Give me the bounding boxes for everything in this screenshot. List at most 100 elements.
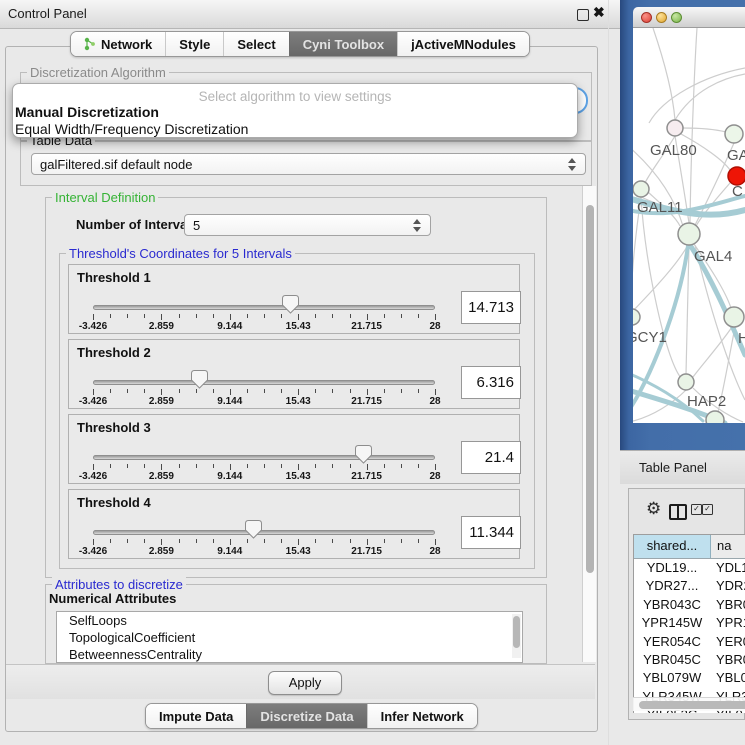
slider-track[interactable] xyxy=(93,530,435,535)
tab-discretize-data[interactable]: Discretize Data xyxy=(246,704,366,728)
tick-mark xyxy=(110,314,111,318)
cell-shared-name: YBL079W xyxy=(634,669,710,687)
number-of-intervals-label: Number of Intervals xyxy=(76,217,198,232)
tab-select[interactable]: Select xyxy=(223,32,288,56)
tick-mark xyxy=(93,539,94,545)
table-row[interactable]: YDL19...YDL1 xyxy=(634,559,745,577)
slider-track[interactable] xyxy=(93,305,435,310)
popup-placeholder: Select algorithm to view settings xyxy=(13,89,577,104)
combo-stepper-icon[interactable] xyxy=(413,219,422,232)
network-icon xyxy=(84,37,96,51)
numerical-attributes-heading: Numerical Attributes xyxy=(49,591,176,606)
network-edge xyxy=(641,197,681,378)
tick-mark xyxy=(332,464,333,468)
intervals-combo-value: 5 xyxy=(193,218,200,233)
network-node-gal80[interactable] xyxy=(667,120,683,136)
float-icon[interactable] xyxy=(577,9,589,21)
tab-cyni-toolbox[interactable]: Cyni Toolbox xyxy=(289,32,397,56)
list-item-betweennesscentrality[interactable]: BetweennessCentrality xyxy=(57,646,522,663)
slider-thumb[interactable] xyxy=(355,445,372,464)
threshold-value-field[interactable]: 21.4 xyxy=(461,441,521,474)
tick-mark xyxy=(418,389,419,393)
table-row[interactable]: YBR043CYBR0 xyxy=(634,596,745,614)
list-item-selfloops[interactable]: SelfLoops xyxy=(57,612,522,629)
checkbox-icon[interactable]: ✓ xyxy=(691,504,702,515)
content-scrollbar[interactable] xyxy=(582,186,596,662)
combo-stepper-icon[interactable] xyxy=(568,158,577,171)
tab-label: Cyni Toolbox xyxy=(303,37,384,52)
tick-label: 21.715 xyxy=(337,321,397,332)
tick-mark xyxy=(281,389,282,393)
network-node-gal4[interactable] xyxy=(678,223,700,245)
threshold-value-field[interactable]: 11.344 xyxy=(461,516,521,549)
tick-mark xyxy=(196,539,197,543)
network-window: GAL80GACGAL11GAL4GCY1HHAP2 xyxy=(633,7,745,423)
minimize-traffic-light[interactable] xyxy=(656,12,667,23)
tick-mark xyxy=(401,539,402,543)
tick-label: 21.715 xyxy=(337,546,397,557)
popup-option-manual-discretization[interactable]: Manual Discretization xyxy=(13,104,577,121)
popup-option-equal-width-frequency-discretization[interactable]: Equal Width/Frequency Discretization xyxy=(13,121,577,138)
group-table-data: Table Data galFiltered.sif default node xyxy=(20,140,592,186)
slider-thumb[interactable] xyxy=(282,295,299,314)
tab-label: Style xyxy=(179,37,210,52)
network-canvas[interactable]: GAL80GACGAL11GAL4GCY1HHAP2 xyxy=(633,28,745,423)
slider-thumb[interactable] xyxy=(191,370,208,389)
tick-mark xyxy=(144,389,145,393)
table-row[interactable]: YBL079WYBL0 xyxy=(634,669,745,687)
network-node-ga[interactable] xyxy=(725,125,743,143)
tick-label: 21.715 xyxy=(337,471,397,482)
slider-track[interactable] xyxy=(93,380,435,385)
slider-track[interactable] xyxy=(93,455,435,460)
gear-icon[interactable]: ⚙ xyxy=(646,499,661,519)
apply-button[interactable]: Apply xyxy=(268,671,342,695)
tab-label: Impute Data xyxy=(159,709,233,724)
list-scrollbar-thumb[interactable] xyxy=(513,616,520,648)
content-scrollbar-thumb[interactable] xyxy=(586,205,594,573)
network-node-gcy1[interactable] xyxy=(633,309,640,325)
slider-thumb[interactable] xyxy=(245,520,262,539)
tab-impute-data[interactable]: Impute Data xyxy=(146,704,246,728)
network-node-gal11[interactable] xyxy=(633,181,649,197)
network-node[interactable] xyxy=(706,411,724,423)
column-header-name[interactable]: na xyxy=(711,535,745,558)
checkbox-icon[interactable]: ✓ xyxy=(702,504,713,515)
table-row[interactable]: YDR27...YDR2 xyxy=(634,577,745,595)
table-horizontal-scrollbar[interactable] xyxy=(633,697,745,711)
zoom-traffic-light[interactable] xyxy=(671,12,682,23)
column-header-shared-name[interactable]: shared... xyxy=(634,535,711,558)
table-data-combo[interactable]: galFiltered.sif default node xyxy=(31,153,586,175)
close-icon[interactable]: ✖ xyxy=(593,4,605,21)
network-node-h[interactable] xyxy=(724,307,744,327)
cell-name: YBR0 xyxy=(710,596,745,614)
table-horizontal-scrollbar-thumb[interactable] xyxy=(639,701,745,709)
table-row[interactable]: YER054CYER0 xyxy=(634,633,745,651)
threshold-value-field[interactable]: 6.316 xyxy=(461,366,521,399)
close-traffic-light[interactable] xyxy=(641,12,652,23)
list-item-topologicalcoefficient[interactable]: TopologicalCoefficient xyxy=(57,629,522,646)
threshold-panel-4: Threshold 4-3.4262.8599.14415.4321.71528… xyxy=(68,489,520,559)
tick-mark xyxy=(332,389,333,393)
list-scrollbar[interactable] xyxy=(512,614,521,658)
threshold-value-field[interactable]: 14.713 xyxy=(461,291,521,324)
tick-mark xyxy=(401,314,402,318)
network-window-titlebar[interactable] xyxy=(633,7,745,28)
table-row[interactable]: YBR045CYBR0 xyxy=(634,651,745,669)
tab-style[interactable]: Style xyxy=(165,32,223,56)
control-panel-titlebar: Control Panel ✖ xyxy=(0,0,620,29)
tick-mark xyxy=(247,389,248,393)
tab-infer-network[interactable]: Infer Network xyxy=(367,704,477,728)
number-of-intervals-combo[interactable]: 5 xyxy=(184,214,431,236)
tab-network[interactable]: Network xyxy=(71,32,165,56)
tick-label: 15.43 xyxy=(268,396,328,407)
table-row[interactable]: YPR145WYPR1 xyxy=(634,614,745,632)
network-node-hap2[interactable] xyxy=(678,374,694,390)
numerical-attributes-list[interactable]: SelfLoopsTopologicalCoefficientBetweenne… xyxy=(56,611,523,663)
tick-mark xyxy=(127,314,128,318)
tab-jactivemnodules[interactable]: jActiveMNodules xyxy=(397,32,529,56)
network-edge xyxy=(675,74,745,120)
columns-icon[interactable] xyxy=(669,504,687,520)
tick-mark xyxy=(384,314,385,318)
threshold-panel-2: Threshold 2-3.4262.8599.14415.4321.71528… xyxy=(68,339,520,409)
tick-mark xyxy=(230,314,231,320)
